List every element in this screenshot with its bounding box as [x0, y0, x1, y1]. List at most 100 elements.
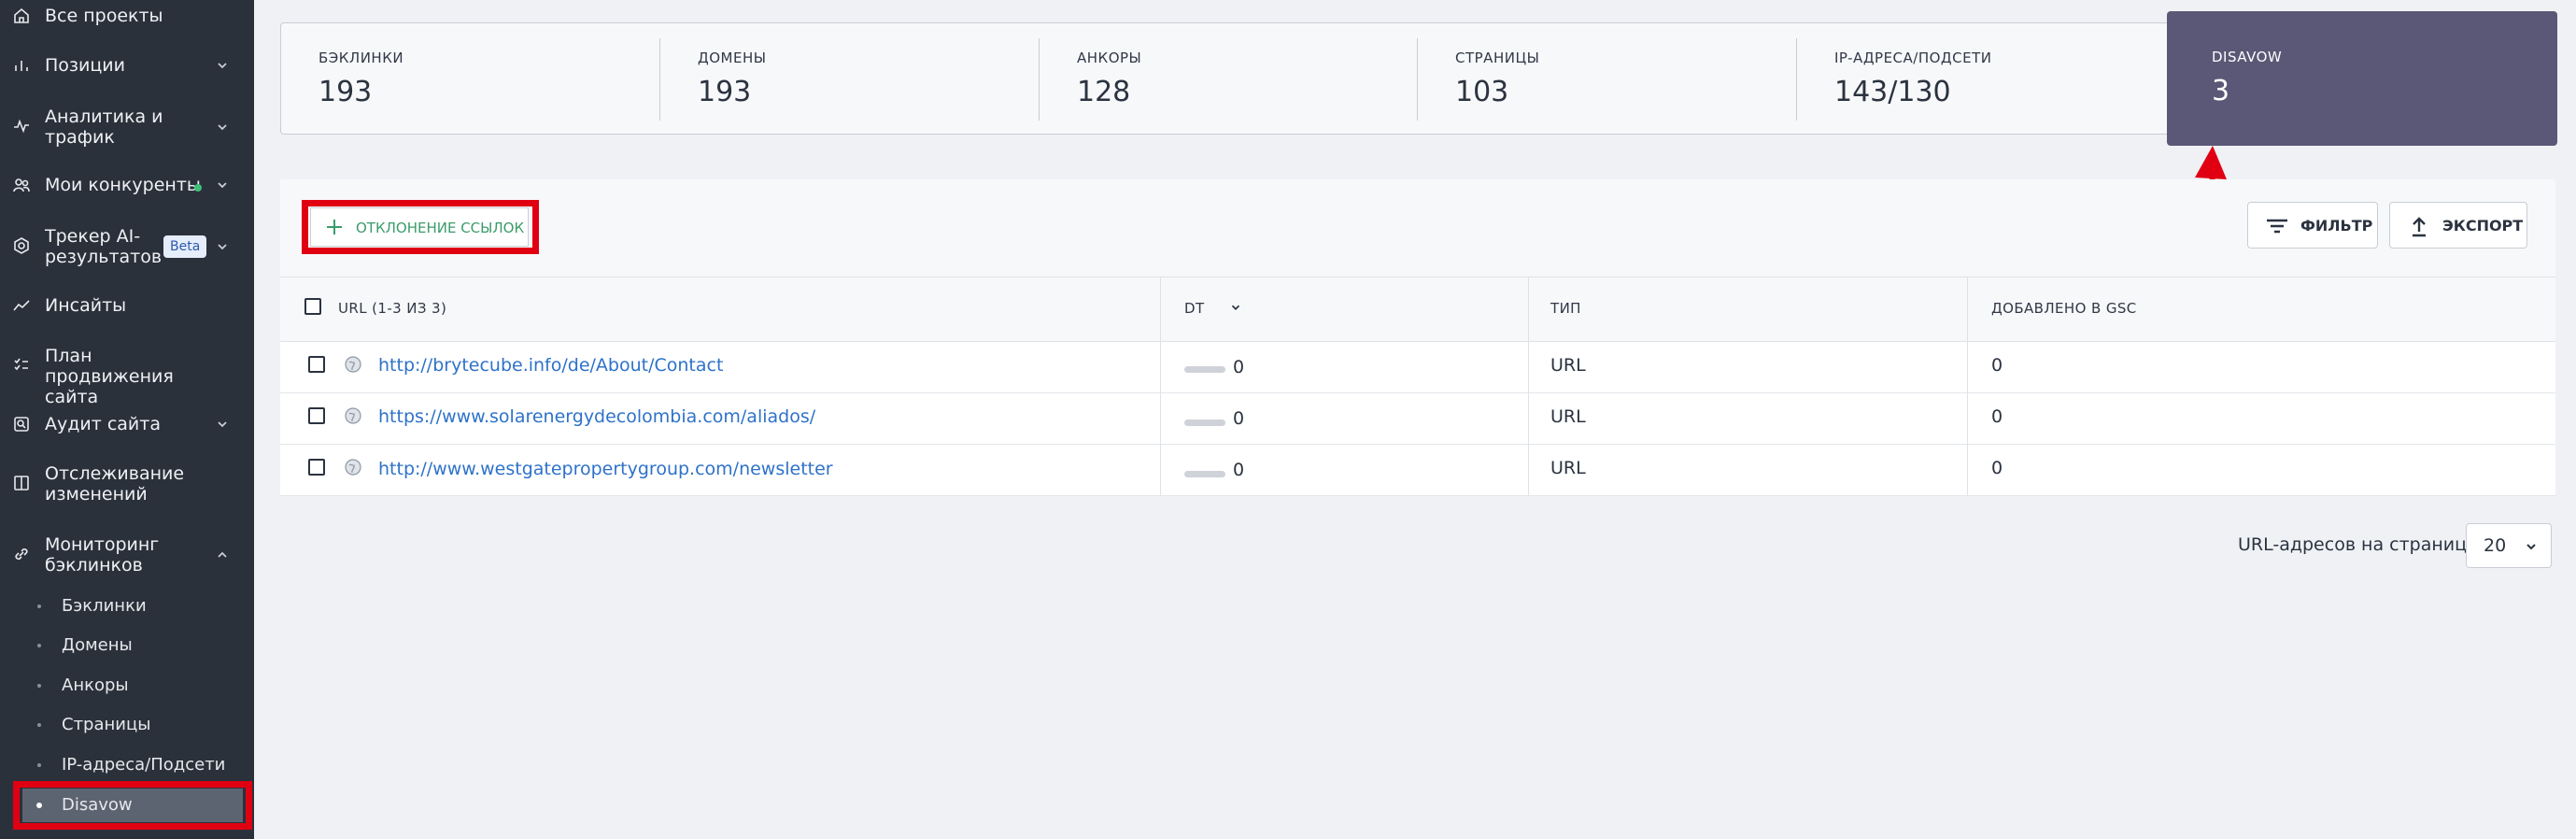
stat-label: IP-АДРЕСА/ПОДСЕТИ [1834, 50, 1992, 66]
nav-change-tracking[interactable]: Отслеживание изменений [0, 462, 254, 506]
column-header-gsc[interactable]: ДОБАВЛЕНО В GSC [1991, 300, 2137, 317]
row-gsc: 0 [1991, 406, 2003, 427]
trend-icon [11, 295, 32, 316]
dt-bar [1184, 366, 1225, 373]
nav-analytics[interactable]: Аналитика и трафик [0, 105, 254, 149]
divider [1967, 393, 1968, 445]
button-label: ЭКСПОРТ [2442, 217, 2524, 235]
nav-ai-tracker[interactable]: Трекер AI-результатов Beta [0, 224, 254, 269]
subnav-pages[interactable]: Страницы [0, 708, 254, 742]
select-all-checkbox[interactable] [304, 298, 321, 315]
nav-promotion-plan[interactable]: План продвижения сайта [0, 344, 254, 407]
chevron-down-icon[interactable] [215, 120, 230, 135]
column-header-type[interactable]: ТИП [1550, 300, 1581, 317]
globe-icon [344, 355, 362, 374]
divider [1967, 342, 1968, 393]
dt-bar [1184, 420, 1225, 426]
stat-value: 103 [1455, 76, 1509, 108]
per-page-label: URL-адресов на странице: [2238, 534, 2484, 555]
subnav-ip-subnets[interactable]: IP-адреса/Подсети [0, 748, 254, 782]
divider [1160, 342, 1161, 393]
stat-domains[interactable]: ДОМЕНЫ 193 [660, 23, 1039, 135]
row-url-link[interactable]: https://www.solarenergydecolombia.com/al… [378, 406, 815, 427]
row-type: URL [1550, 355, 1586, 376]
per-page-select[interactable]: 20 [2466, 523, 2552, 568]
stat-value: 143/130 [1834, 76, 1951, 108]
filter-icon [2265, 215, 2289, 237]
subnav-label: Бэклинки [62, 596, 147, 616]
column-header-dt[interactable]: DT [1184, 300, 1205, 317]
nav-label: Все проекты [45, 6, 163, 26]
pulse-icon [11, 116, 32, 136]
table-header: URL (1-3 ИЗ 3) DT ТИП ДОБАВЛЕНО В GSC [280, 277, 2555, 343]
nav-site-audit[interactable]: Аудит сайта [0, 411, 254, 437]
row-url-link[interactable]: http://brytecube.info/de/About/Contact [378, 355, 723, 376]
stat-label: DISAVOW [2212, 49, 2283, 65]
chevron-down-icon[interactable] [215, 58, 230, 73]
chevron-down-icon[interactable] [215, 239, 230, 254]
divider [1160, 393, 1161, 445]
row-type: URL [1550, 406, 1586, 427]
table-panel [280, 179, 2555, 277]
audit-icon [11, 414, 32, 434]
bullet [37, 763, 41, 767]
stat-value: 193 [318, 76, 373, 108]
nav-label: Отслеживание изменений [45, 463, 185, 505]
table-row[interactable]: http://www.westgatepropertygroup.com/new… [280, 445, 2555, 496]
table-row[interactable]: http://brytecube.info/de/About/Contact 0… [280, 342, 2555, 393]
row-dt: 0 [1233, 408, 1245, 429]
stat-anchors[interactable]: АНКОРЫ 128 [1040, 23, 1418, 135]
per-page-value: 20 [2484, 535, 2507, 556]
nav-positions[interactable]: Позиции [0, 52, 254, 78]
chevron-up-icon[interactable] [215, 547, 230, 562]
row-gsc: 0 [1991, 355, 2003, 376]
table-row[interactable]: https://www.solarenergydecolombia.com/al… [280, 393, 2555, 445]
nav-backlink-monitoring[interactable]: Мониторинг бэклинков [0, 533, 254, 577]
stat-label: БЭКЛИНКИ [318, 50, 404, 66]
link-icon [11, 544, 32, 564]
stat-value: 3 [2212, 75, 2230, 107]
divider [1160, 445, 1161, 496]
home-icon [11, 6, 32, 26]
subnav-label: Страницы [62, 715, 151, 734]
nav-label: Мои конкуренты [45, 175, 201, 195]
nav-competitors[interactable]: Мои конкуренты [0, 172, 254, 198]
row-checkbox[interactable] [308, 407, 325, 424]
stat-value: 193 [698, 76, 752, 108]
filter-button[interactable]: ФИЛЬТР [2247, 202, 2378, 249]
row-checkbox[interactable] [308, 356, 325, 373]
bar-chart-icon [11, 55, 32, 76]
column-header-url[interactable]: URL (1-3 ИЗ 3) [338, 300, 446, 317]
stat-disavow[interactable]: DISAVOW 3 [2167, 11, 2557, 146]
sidebar: Все проекты Позиции Аналитика и трафик М… [0, 0, 254, 839]
nav-label: Инсайты [45, 295, 127, 316]
subnav-anchors[interactable]: Анкоры [0, 669, 254, 703]
subnav-label: Анкоры [62, 675, 129, 695]
export-button[interactable]: ЭКСПОРТ [2389, 202, 2527, 249]
subnav-backlinks[interactable]: Бэклинки [0, 590, 254, 623]
globe-icon [344, 458, 362, 476]
divider [1528, 342, 1529, 393]
stat-label: ДОМЕНЫ [698, 50, 767, 66]
row-checkbox[interactable] [308, 459, 325, 476]
bullet [37, 684, 41, 688]
row-url-link[interactable]: http://www.westgatepropertygroup.com/new… [378, 459, 833, 479]
stat-value: 128 [1077, 76, 1131, 108]
divider [1528, 393, 1529, 445]
divider [1967, 277, 1968, 343]
nav-insights[interactable]: Инсайты [0, 292, 254, 319]
stat-ip-subnets[interactable]: IP-АДРЕСА/ПОДСЕТИ 143/130 [1797, 23, 2175, 135]
stat-pages[interactable]: СТРАНИЦЫ 103 [1418, 23, 1796, 135]
button-label: ФИЛЬТР [2300, 217, 2373, 235]
subnav-domains[interactable]: Домены [0, 629, 254, 662]
chevron-down-icon[interactable] [215, 417, 230, 432]
stat-label: СТРАНИЦЫ [1455, 50, 1540, 66]
chevron-down-icon [2525, 539, 2538, 552]
sort-chevron-icon[interactable] [1229, 300, 1242, 313]
chevron-down-icon[interactable] [215, 178, 230, 192]
nav-label: Мониторинг бэклинков [45, 534, 160, 576]
row-gsc: 0 [1991, 458, 2003, 478]
annotation-highlight [302, 200, 539, 254]
stat-backlinks[interactable]: БЭКЛИНКИ 193 [281, 23, 659, 135]
nav-all-projects[interactable]: Все проекты [0, 4, 254, 30]
